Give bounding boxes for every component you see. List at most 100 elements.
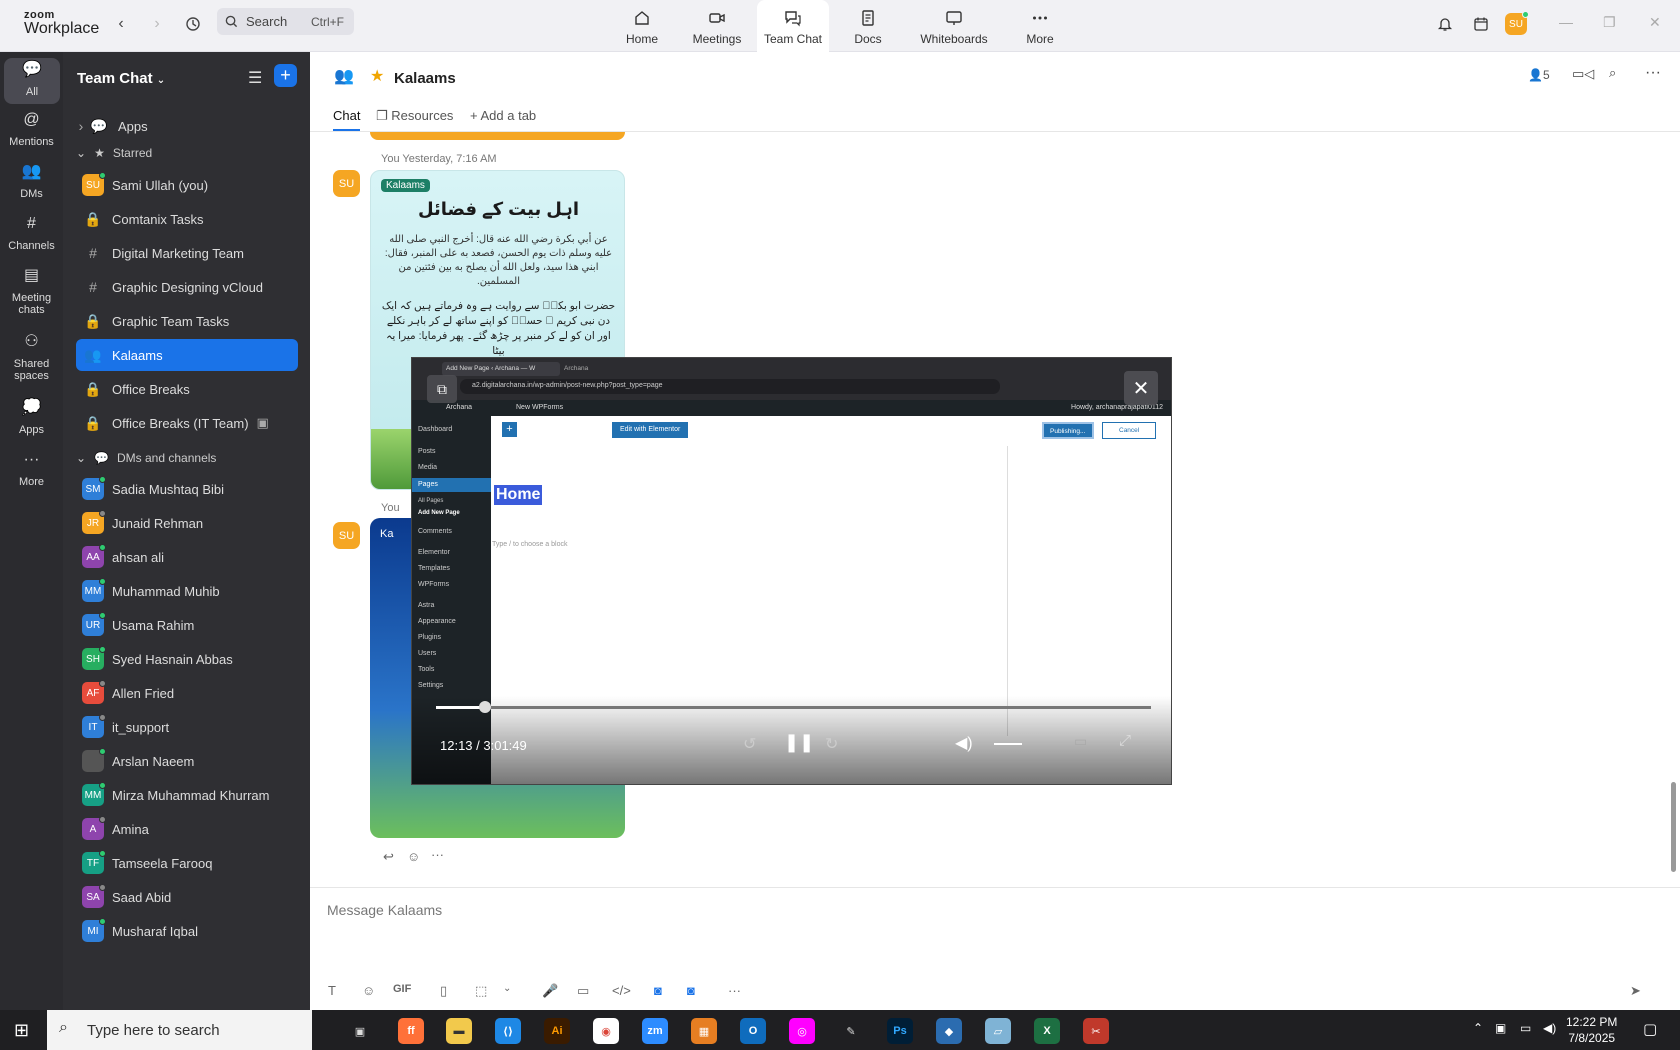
file-explorer-icon[interactable]: ▬ bbox=[446, 1018, 472, 1044]
more-options-icon[interactable]: ··· bbox=[1645, 64, 1661, 82]
sidebar-item-office-breaks-it[interactable]: 🔒 Office Breaks (IT Team) ▣ bbox=[76, 407, 298, 439]
app-diamond-icon[interactable]: ◆ bbox=[936, 1018, 962, 1044]
list-item[interactable]: Arslan Naeem bbox=[76, 745, 298, 777]
search-input[interactable]: Search Ctrl+F bbox=[217, 8, 354, 35]
app-icon-2[interactable]: ◙ bbox=[687, 983, 695, 998]
calendar-icon[interactable] bbox=[1469, 12, 1493, 36]
taskbar-search[interactable]: ⌕ Type here to search bbox=[47, 1010, 312, 1050]
vscode-icon[interactable]: ⟨⟩ bbox=[495, 1018, 521, 1044]
volume-icon[interactable]: ◀) bbox=[955, 733, 973, 753]
close-video-icon[interactable]: ✕ bbox=[1124, 371, 1158, 405]
sidebar-item-graphic-team-tasks[interactable]: 🔒 Graphic Team Tasks bbox=[76, 305, 298, 337]
firefox-icon[interactable]: ff bbox=[398, 1018, 424, 1044]
notes-icon[interactable]: ▱ bbox=[985, 1018, 1011, 1044]
sidebar-item-sami-ullah[interactable]: SU Sami Ullah (you) bbox=[76, 169, 298, 201]
chat-scrollbar[interactable] bbox=[1671, 782, 1676, 872]
list-item[interactable]: JR Junaid Rehman bbox=[76, 507, 298, 539]
chrome-icon[interactable]: ◉ bbox=[593, 1018, 619, 1044]
tab-home[interactable]: Home bbox=[620, 0, 664, 52]
rewind-icon[interactable]: ↺ bbox=[743, 734, 756, 754]
creative-cloud-icon[interactable]: ◎ bbox=[789, 1018, 815, 1044]
list-item[interactable]: MI Musharaf Iqbal bbox=[76, 915, 298, 947]
new-chat-button[interactable]: + bbox=[274, 64, 297, 87]
video-call-icon[interactable]: ▭◁ bbox=[1572, 66, 1594, 82]
search-icon[interactable]: ⌕ bbox=[1609, 65, 1616, 81]
list-item[interactable]: AF Allen Fried bbox=[76, 677, 298, 709]
members-group-icon[interactable]: 👥 bbox=[334, 66, 354, 86]
tab-add-tab[interactable]: + Add a tab bbox=[470, 108, 536, 123]
dms-section[interactable]: ⌄ 💬 DMs and channels bbox=[76, 451, 216, 465]
forward-arrow-icon[interactable]: › bbox=[145, 12, 169, 36]
sidebar-item-digital-marketing[interactable]: # Digital Marketing Team bbox=[76, 237, 298, 269]
rail-dms[interactable]: 👥 DMs bbox=[0, 164, 63, 201]
restore-icon[interactable]: ❐ bbox=[1603, 14, 1616, 31]
sidebar-item-graphic-designing[interactable]: # Graphic Designing vCloud bbox=[76, 271, 298, 303]
speaker-icon[interactable]: ◀) bbox=[1543, 1021, 1556, 1035]
sidebar-title[interactable]: Team Chat ⌄ bbox=[77, 70, 165, 87]
list-item[interactable]: TF Tamseela Farooq bbox=[76, 847, 298, 879]
message-avatar[interactable]: SU bbox=[333, 170, 360, 197]
list-item[interactable]: MM Muhammad Muhib bbox=[76, 575, 298, 607]
list-item[interactable]: MM Mirza Muhammad Khurram bbox=[76, 779, 298, 811]
composer-more-icon[interactable]: ··· bbox=[728, 983, 741, 998]
rail-mentions[interactable]: @ Mentions bbox=[0, 112, 63, 149]
excel-icon[interactable]: X bbox=[1034, 1018, 1060, 1044]
list-item[interactable]: A Amina bbox=[76, 813, 298, 845]
list-item[interactable]: UR Usama Rahim bbox=[76, 609, 298, 641]
list-item[interactable]: SH Syed Hasnain Abbas bbox=[76, 643, 298, 675]
profile-avatar[interactable]: SU bbox=[1504, 11, 1529, 36]
video-progress-track[interactable] bbox=[436, 706, 1151, 709]
history-icon[interactable] bbox=[181, 12, 205, 36]
illustrator-icon[interactable]: Ai bbox=[544, 1018, 570, 1044]
rail-more[interactable]: ··· More bbox=[0, 452, 63, 489]
tab-meetings[interactable]: Meetings bbox=[690, 0, 744, 52]
chevron-up-icon[interactable]: ⌃ bbox=[1473, 1021, 1483, 1035]
message-more-icon[interactable]: ··· bbox=[431, 847, 444, 862]
back-arrow-icon[interactable]: ‹ bbox=[109, 12, 133, 36]
video-player[interactable]: Add New Page ‹ Archana — W Archana a2.di… bbox=[411, 357, 1172, 785]
volume-slider[interactable] bbox=[994, 743, 1022, 745]
member-count[interactable]: 👤5 bbox=[1528, 68, 1550, 82]
starred-section[interactable]: ⌄ ★ Starred bbox=[76, 146, 152, 160]
add-reaction-icon[interactable]: ☺ bbox=[407, 849, 420, 864]
list-item[interactable]: AA ahsan ali bbox=[76, 541, 298, 573]
tab-docs[interactable]: Docs bbox=[850, 0, 886, 52]
outlook-icon[interactable]: O bbox=[740, 1018, 766, 1044]
rail-channels[interactable]: # Channels bbox=[0, 216, 63, 253]
video-message-icon[interactable]: ▭ bbox=[577, 983, 589, 999]
message-input[interactable]: Message Kalaams bbox=[327, 902, 442, 918]
tray-app-icon[interactable]: ▣ bbox=[1495, 1021, 1506, 1035]
emoji-icon[interactable]: ☺ bbox=[362, 983, 375, 998]
microphone-icon[interactable]: 🎤 bbox=[542, 983, 558, 999]
tab-chat[interactable]: Chat bbox=[333, 108, 361, 131]
snipping-icon[interactable]: ✂ bbox=[1083, 1018, 1109, 1044]
list-item[interactable]: SM Sadia Mushtaq Bibi bbox=[76, 473, 298, 505]
text-format-icon[interactable]: T bbox=[328, 983, 336, 998]
photoshop-icon[interactable]: Ps bbox=[887, 1018, 913, 1044]
tab-resources[interactable]: ❐ Resources bbox=[376, 108, 453, 124]
filter-icon[interactable]: ☰ bbox=[248, 68, 262, 88]
picture-in-picture-icon[interactable]: ⧉ bbox=[427, 375, 457, 403]
pause-icon[interactable]: ❚❚ bbox=[784, 732, 814, 753]
tab-more[interactable]: More bbox=[1025, 0, 1055, 52]
windows-start-icon[interactable]: ⊞ bbox=[14, 1020, 29, 1041]
app-icon[interactable]: ▦ bbox=[691, 1018, 717, 1044]
fullscreen-icon[interactable]: ⤢ bbox=[1119, 732, 1131, 749]
rail-all[interactable]: 💬 All bbox=[4, 58, 60, 104]
message-avatar[interactable]: SU bbox=[333, 522, 360, 549]
reply-icon[interactable]: ↩ bbox=[383, 849, 394, 865]
sidebar-item-office-breaks[interactable]: 🔒 Office Breaks bbox=[76, 373, 298, 405]
list-item[interactable]: IT it_support bbox=[76, 711, 298, 743]
send-icon[interactable]: ➤ bbox=[1630, 983, 1641, 999]
rail-shared-spaces[interactable]: ⚇ Shared spaces bbox=[0, 334, 63, 383]
bell-icon[interactable] bbox=[1433, 12, 1457, 36]
rail-meeting-chats[interactable]: ▤ Meeting chats bbox=[0, 268, 63, 317]
captions-icon[interactable]: ▭ bbox=[1074, 733, 1087, 750]
task-view-icon[interactable]: ▣ bbox=[347, 1018, 373, 1044]
video-progress-thumb[interactable] bbox=[478, 701, 491, 713]
close-window-icon[interactable]: ✕ bbox=[1649, 14, 1661, 31]
app-icon-1[interactable]: ◙ bbox=[654, 983, 662, 998]
tab-whiteboards[interactable]: Whiteboards bbox=[918, 0, 990, 52]
sidebar-item-comtanix-tasks[interactable]: 🔒 Comtanix Tasks bbox=[76, 203, 298, 235]
notification-icon[interactable]: ▢ bbox=[1643, 1020, 1657, 1038]
